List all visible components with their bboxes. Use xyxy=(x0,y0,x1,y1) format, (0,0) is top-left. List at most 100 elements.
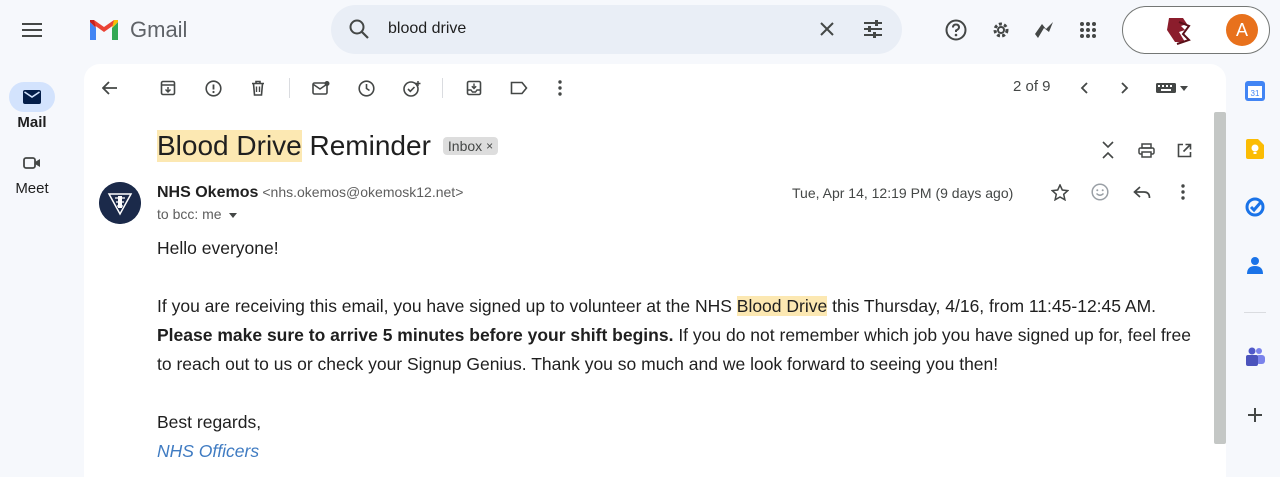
tune-icon xyxy=(864,20,882,38)
more-message-actions-button[interactable] xyxy=(1167,178,1199,206)
print-icon xyxy=(1137,142,1155,158)
search-input[interactable] xyxy=(388,17,808,41)
report-spam-button[interactable] xyxy=(197,74,229,102)
more-vert-icon xyxy=(1181,184,1185,200)
sparkle-icon xyxy=(1035,22,1053,38)
pager-count: 2 of 9 xyxy=(1013,78,1051,95)
body-text: this Thursday, 4/16, from 11:45-12:45 AM… xyxy=(827,296,1157,316)
gmail-m-icon xyxy=(90,20,118,40)
close-icon xyxy=(820,22,834,36)
more-vert-icon xyxy=(558,80,562,96)
keep-app-button[interactable] xyxy=(1244,138,1266,160)
toolbar-divider xyxy=(442,78,443,98)
delete-button[interactable] xyxy=(242,74,274,102)
move-to-icon xyxy=(466,80,482,96)
reply-button[interactable] xyxy=(1126,178,1158,206)
message-view: 2 of 9 Blood Drive Reminder Inbox × NHS … xyxy=(84,64,1226,477)
chevron-right-icon xyxy=(1121,82,1129,94)
mark-unread-button[interactable] xyxy=(305,74,337,102)
unfold-icon xyxy=(1102,141,1114,159)
support-button[interactable] xyxy=(938,12,974,48)
email-body: Hello everyone! If you are receiving thi… xyxy=(157,234,1197,466)
rail-meet-label: Meet xyxy=(15,180,49,197)
plus-icon xyxy=(1248,408,1262,422)
main-menu-button[interactable] xyxy=(14,12,50,48)
open-new-window-button[interactable] xyxy=(1168,136,1200,164)
email-date: Tue, Apr 14, 12:19 PM (9 days ago) xyxy=(792,185,1014,201)
archive-button[interactable] xyxy=(152,74,184,102)
gear-icon xyxy=(993,22,1009,38)
avatar[interactable]: A xyxy=(1226,14,1258,46)
caret-down-icon[interactable] xyxy=(229,212,238,218)
hamburger-icon xyxy=(22,23,42,37)
rail-meet-pill xyxy=(9,148,55,178)
inbox-label-chip[interactable]: Inbox × xyxy=(442,137,499,155)
contacts-icon xyxy=(1247,257,1263,274)
closing: Best regards, xyxy=(157,412,262,432)
report-icon xyxy=(204,79,222,97)
teams-icon xyxy=(1246,347,1265,366)
get-addons-button[interactable] xyxy=(1244,404,1266,426)
print-button[interactable] xyxy=(1130,136,1162,164)
sender-avatar[interactable] xyxy=(99,182,141,224)
calendar-icon: 31 xyxy=(1245,81,1265,101)
rail-item-mail[interactable]: Mail xyxy=(0,82,64,131)
subject-text: Reminder xyxy=(301,130,431,161)
expand-all-button[interactable] xyxy=(1092,136,1124,164)
keep-icon xyxy=(1246,139,1264,159)
rail-mail-label: Mail xyxy=(17,114,47,131)
tasks-app-button[interactable] xyxy=(1244,196,1266,218)
star-button[interactable] xyxy=(1044,178,1076,206)
search-bar[interactable] xyxy=(331,5,902,54)
back-button[interactable] xyxy=(94,74,126,102)
body-bold-text: Please make sure to arrive 5 minutes bef… xyxy=(157,325,674,345)
calendar-app-button[interactable]: 31 xyxy=(1244,80,1266,102)
gemini-button[interactable] xyxy=(1026,12,1062,48)
trash-icon xyxy=(252,80,264,96)
reply-icon xyxy=(1133,185,1151,198)
apps-grid-icon xyxy=(1080,22,1096,38)
open-in-new-icon xyxy=(1177,143,1191,157)
snooze-button[interactable] xyxy=(350,74,382,102)
search-options-button[interactable] xyxy=(855,11,891,47)
email-subject: Blood Drive Reminder Inbox × xyxy=(157,130,499,162)
sender-email: <nhs.okemos@okemosk12.net> xyxy=(262,184,464,200)
clock-icon xyxy=(357,79,375,97)
clear-search-button[interactable] xyxy=(809,11,845,47)
video-camera-icon xyxy=(23,157,40,169)
sender-name[interactable]: NHS Okemos <nhs.okemos@okemosk12.net> xyxy=(157,184,463,202)
help-icon xyxy=(945,19,967,41)
teams-app-button[interactable] xyxy=(1244,346,1266,368)
mail-icon xyxy=(23,90,41,104)
toolbar-divider xyxy=(289,78,290,98)
scrollbar[interactable] xyxy=(1214,112,1226,444)
chevron-left-icon xyxy=(1080,82,1088,94)
caret-down-icon xyxy=(1180,85,1188,91)
emoji-react-button[interactable] xyxy=(1084,178,1116,206)
add-task-icon xyxy=(402,80,420,97)
archive-icon xyxy=(160,80,176,96)
rail-item-meet[interactable]: Meet xyxy=(0,148,64,197)
more-actions-button[interactable] xyxy=(544,74,576,102)
google-apps-button[interactable] xyxy=(1070,12,1106,48)
move-to-button[interactable] xyxy=(458,74,490,102)
body-text: If you are receiving this email, you hav… xyxy=(157,296,737,316)
body-highlight: Blood Drive xyxy=(736,296,828,316)
add-to-tasks-button[interactable] xyxy=(396,74,428,102)
recipients-line[interactable]: to bcc: me xyxy=(157,206,238,222)
svg-text:31: 31 xyxy=(1251,89,1260,98)
settings-button[interactable] xyxy=(983,12,1019,48)
search-icon[interactable] xyxy=(347,17,371,41)
tasks-icon xyxy=(1245,197,1265,217)
older-button[interactable] xyxy=(1109,74,1141,102)
mark-unread-icon xyxy=(312,81,330,95)
contacts-app-button[interactable] xyxy=(1244,254,1266,276)
labels-button[interactable] xyxy=(503,74,535,102)
signature: NHS Officers xyxy=(157,441,260,461)
input-tools-button[interactable] xyxy=(1150,74,1194,102)
newer-button[interactable] xyxy=(1068,74,1100,102)
recipients-text: to bcc: me xyxy=(157,206,222,222)
gmail-logo[interactable]: Gmail xyxy=(88,14,187,46)
remove-label-button[interactable]: × xyxy=(486,139,493,153)
keyboard-icon xyxy=(1156,83,1176,93)
